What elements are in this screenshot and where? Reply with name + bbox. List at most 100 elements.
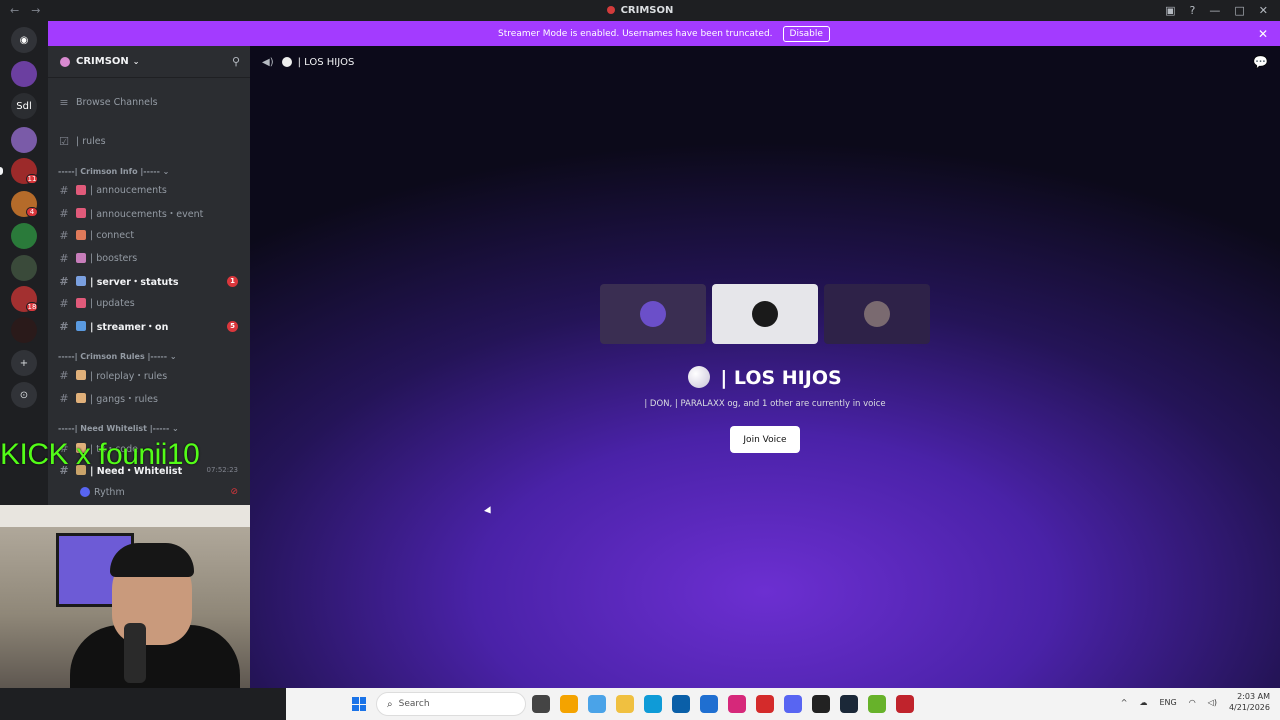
- app-icon[interactable]: [896, 695, 914, 713]
- onedrive-icon[interactable]: ☁: [1139, 698, 1147, 707]
- app-icon[interactable]: [560, 695, 578, 713]
- participant-tiles: [600, 284, 930, 344]
- help-icon[interactable]: ?: [1190, 4, 1196, 17]
- hash-icon: #: [59, 296, 69, 310]
- taskbar-search[interactable]: ⌕ Search: [376, 692, 526, 716]
- scroll-icon: [76, 370, 86, 380]
- server-sdl[interactable]: Sdl: [11, 93, 37, 119]
- channel-item[interactable]: # | server・statuts 1: [56, 271, 242, 291]
- hash-icon: #: [59, 274, 69, 288]
- webcam-overlay: [0, 505, 286, 688]
- channel-item[interactable]: # | annoucements: [56, 180, 242, 200]
- disable-button[interactable]: Disable: [782, 25, 830, 42]
- discord-icon[interactable]: [784, 695, 802, 713]
- channel-item[interactable]: # | annoucements・event: [56, 203, 242, 223]
- discover-icon[interactable]: ⊙: [11, 382, 37, 408]
- unread-count: 1: [227, 275, 238, 287]
- title-bar: ← → CRIMSON ▣ ? — □ ✕: [0, 0, 1280, 21]
- megaphone-icon: [76, 208, 86, 218]
- window-title: CRIMSON: [0, 5, 1280, 16]
- folder-icon[interactable]: [616, 695, 634, 713]
- avatar: [752, 301, 778, 327]
- unread-indicator: [0, 167, 3, 175]
- inbox-icon[interactable]: ▣: [1165, 4, 1175, 17]
- megaphone-icon: [76, 298, 86, 308]
- elapsed-time: 07:52:23: [206, 466, 238, 474]
- edge-icon[interactable]: [644, 695, 662, 713]
- browse-channels[interactable]: ≡ Browse Channels: [56, 92, 242, 112]
- gift-icon: [76, 253, 86, 263]
- mention-badge: 11: [26, 174, 38, 184]
- server-icon[interactable]: [11, 61, 37, 87]
- instagram-icon[interactable]: [728, 695, 746, 713]
- server-rail: ◉ Sdl 11 4 18 + ⊙: [0, 21, 48, 505]
- category-crimson-rules[interactable]: -----| Crimson Rules |----- ⌄: [58, 352, 177, 361]
- volume-icon[interactable]: ◁): [1208, 698, 1217, 707]
- close-icon[interactable]: ✕: [1259, 4, 1268, 17]
- app-logo-icon: [606, 6, 615, 14]
- channel-item[interactable]: # | updates: [56, 293, 242, 313]
- invite-people-icon[interactable]: ⚲: [232, 55, 240, 68]
- server-header[interactable]: CRIMSON ⌄ ⚲: [48, 46, 250, 78]
- channel-item[interactable]: # | streamer・on 5: [56, 316, 242, 336]
- participant-tile[interactable]: [600, 284, 706, 344]
- category-need-whitelist[interactable]: -----| Need Whitelist |----- ⌄: [58, 424, 179, 433]
- server-badge-icon: [60, 56, 70, 67]
- channel-sidebar: CRIMSON ⌄ ⚲ ≡ Browse Channels ☑ | rules --…: [48, 46, 250, 505]
- search-icon: ⌕: [387, 698, 393, 710]
- hash-icon: #: [59, 319, 69, 333]
- outlook-icon[interactable]: [700, 695, 718, 713]
- hash-icon: #: [59, 206, 69, 220]
- stream-overlay-text: KICK x founii10: [0, 438, 200, 471]
- app-icon[interactable]: [868, 695, 886, 713]
- system-tray: ^ ☁ ENG ◠ ◁) 2:03 AM 4/21/2026: [1121, 691, 1270, 713]
- wifi-icon[interactable]: ◠: [1189, 698, 1196, 707]
- taskbar-apps: [532, 695, 914, 713]
- chevron-down-icon: ⌄: [132, 57, 140, 66]
- chat-icon[interactable]: 💬: [1253, 55, 1268, 69]
- channel-item[interactable]: # | boosters: [56, 248, 242, 268]
- chevron-up-icon[interactable]: ^: [1121, 698, 1128, 707]
- lang-indicator[interactable]: ENG: [1159, 698, 1176, 707]
- speaker-icon: ◀): [262, 56, 274, 68]
- store-icon[interactable]: [672, 695, 690, 713]
- category-crimson-info[interactable]: -----| Crimson Info |----- ⌄: [58, 167, 169, 176]
- minimize-icon[interactable]: —: [1209, 4, 1220, 17]
- avatar: [640, 301, 666, 327]
- close-banner-icon[interactable]: ✕: [1258, 27, 1268, 41]
- mention-badge: 4: [26, 207, 38, 217]
- join-voice-button[interactable]: Join Voice: [730, 426, 800, 453]
- channel-orb-icon: [688, 366, 711, 388]
- server-icon[interactable]: [11, 127, 37, 153]
- clock[interactable]: 2:03 AM 4/21/2026: [1229, 691, 1270, 713]
- steam-icon[interactable]: [840, 695, 858, 713]
- start-icon[interactable]: [352, 697, 366, 711]
- channel-orb-icon: [281, 57, 292, 67]
- channel-item[interactable]: # | gangs・rules: [56, 388, 242, 408]
- voice-user[interactable]: Rythm ⊘: [56, 482, 242, 502]
- mouse-cursor-icon: [484, 506, 494, 516]
- participant-tile[interactable]: [824, 284, 930, 344]
- obs-icon[interactable]: [812, 695, 830, 713]
- voice-channel-title: | LOS HIJOS: [250, 366, 1280, 389]
- hash-icon: #: [59, 391, 69, 405]
- hash-icon: #: [59, 251, 69, 265]
- channel-rules[interactable]: ☑ | rules: [56, 131, 242, 151]
- app-icon[interactable]: [756, 695, 774, 713]
- server-icon[interactable]: [11, 317, 37, 343]
- maximize-icon[interactable]: □: [1234, 4, 1244, 17]
- file-explorer-icon[interactable]: [532, 695, 550, 713]
- participant-tile[interactable]: [712, 284, 818, 344]
- server-icon[interactable]: [11, 255, 37, 281]
- channel-item[interactable]: # | connect: [56, 225, 242, 245]
- discord-home-icon[interactable]: ◉: [11, 27, 37, 53]
- server-icon[interactable]: [11, 223, 37, 249]
- add-server-icon[interactable]: +: [11, 350, 37, 376]
- rocket-icon: [76, 230, 86, 240]
- channel-item[interactable]: # | roleplay・rules: [56, 365, 242, 385]
- channel-name: | LOS HIJOS: [297, 56, 355, 68]
- copilot-icon[interactable]: [588, 695, 606, 713]
- list-icon: ≡: [59, 95, 69, 109]
- channel-header: ◀) | LOS HIJOS 💬: [250, 46, 1280, 78]
- screen-icon: [76, 321, 86, 331]
